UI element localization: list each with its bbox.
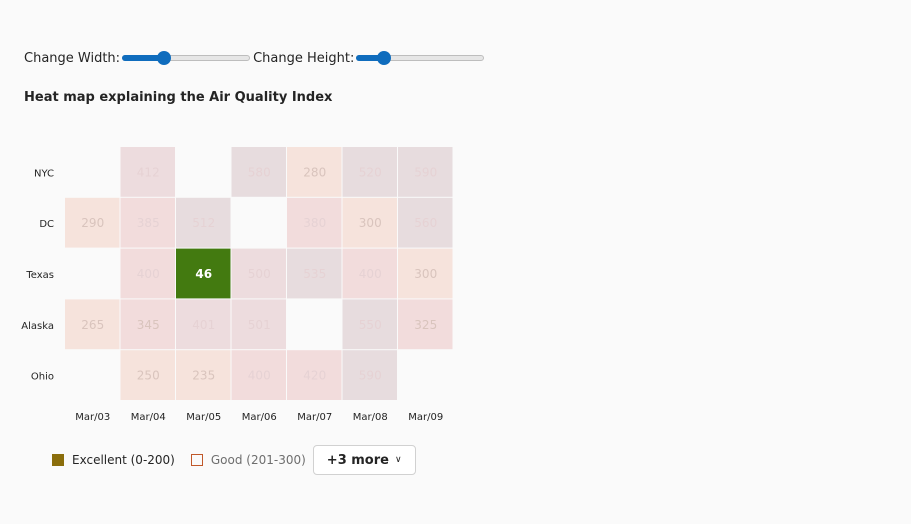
cell-value-label: 412 bbox=[137, 165, 160, 179]
x-tick-label: Mar/07 bbox=[297, 412, 332, 423]
x-tick-label: Mar/08 bbox=[353, 412, 388, 423]
heatmap-chart: NYC DC Texas Alaska Ohio Mar/03 Mar/04 Mar/05 Ma… bbox=[21, 147, 453, 423]
cell-value-label: 590 bbox=[359, 369, 382, 383]
cell-value-label: 290 bbox=[81, 216, 104, 230]
cell-value-label: 46 bbox=[195, 267, 212, 281]
x-tick-label: Mar/09 bbox=[408, 412, 443, 423]
size-controls: Change Width: Change Height: bbox=[24, 49, 487, 67]
cell-value-label: 250 bbox=[137, 369, 160, 383]
legend-more-button[interactable]: +3 more ∨ bbox=[312, 445, 416, 475]
cell-value-label: 280 bbox=[303, 165, 326, 179]
cell-value-label: 300 bbox=[414, 267, 437, 281]
cell-value-label: 580 bbox=[248, 165, 271, 179]
x-tick-label: Mar/04 bbox=[131, 412, 166, 423]
width-slider[interactable] bbox=[122, 49, 251, 67]
cell-value-label: 235 bbox=[192, 369, 215, 383]
cell-value-label: 535 bbox=[303, 267, 326, 281]
chevron-down-icon: ∨ bbox=[394, 455, 402, 465]
cell-value-label: 512 bbox=[192, 216, 215, 230]
cell-value-label: 550 bbox=[359, 318, 382, 332]
legend-item-excellent[interactable]: Excellent (0-200) bbox=[52, 453, 175, 467]
cell-value-label: 401 bbox=[192, 318, 215, 332]
legend-label-good: Good (201-300) bbox=[210, 453, 306, 467]
width-label: Change Width: bbox=[24, 50, 121, 66]
cell-value-label: 380 bbox=[303, 216, 326, 230]
cell-value-label: 501 bbox=[248, 318, 271, 332]
legend-more-label: +3 more bbox=[326, 452, 389, 468]
legend-swatch-good bbox=[190, 454, 203, 466]
cell-value-label: 420 bbox=[303, 369, 326, 383]
cell-value-label: 265 bbox=[81, 318, 104, 332]
y-tick-label: NYC bbox=[34, 168, 54, 179]
cell-value-label: 560 bbox=[414, 216, 437, 230]
y-tick-label: Texas bbox=[25, 270, 54, 281]
cell-value-label: 400 bbox=[248, 369, 271, 383]
height-label: Change Height: bbox=[253, 50, 355, 66]
cell-value-label: 325 bbox=[414, 318, 437, 332]
x-tick-label: Mar/06 bbox=[242, 412, 277, 423]
height-slider-thumb[interactable] bbox=[377, 51, 392, 65]
cell-value-label: 400 bbox=[359, 267, 382, 281]
legend-label-excellent: Excellent (0-200) bbox=[72, 453, 175, 467]
y-tick-label: DC bbox=[39, 219, 54, 230]
y-tick-label: Ohio bbox=[31, 372, 54, 383]
legend-swatch-excellent bbox=[52, 454, 64, 466]
cell-value-label: 500 bbox=[248, 267, 271, 281]
legend: Excellent (0-200) Good (201-300) +3 more… bbox=[52, 444, 416, 476]
cell-value-label: 520 bbox=[359, 165, 382, 179]
cell-value-label: 345 bbox=[137, 318, 160, 332]
cell-value-label: 385 bbox=[137, 216, 160, 230]
cell-value-label: 400 bbox=[137, 267, 160, 281]
legend-item-good[interactable]: Good (201-300) bbox=[190, 453, 306, 467]
cell-value-label: 590 bbox=[414, 165, 437, 179]
chart-title: Heat map explaining the Air Quality Inde… bbox=[24, 90, 333, 105]
y-tick-label: Alaska bbox=[21, 321, 54, 332]
x-tick-label: Mar/05 bbox=[186, 412, 221, 423]
cell-value-label: 300 bbox=[359, 216, 382, 230]
height-slider[interactable] bbox=[356, 49, 485, 67]
width-slider-thumb[interactable] bbox=[157, 51, 172, 65]
x-tick-label: Mar/03 bbox=[75, 412, 110, 423]
